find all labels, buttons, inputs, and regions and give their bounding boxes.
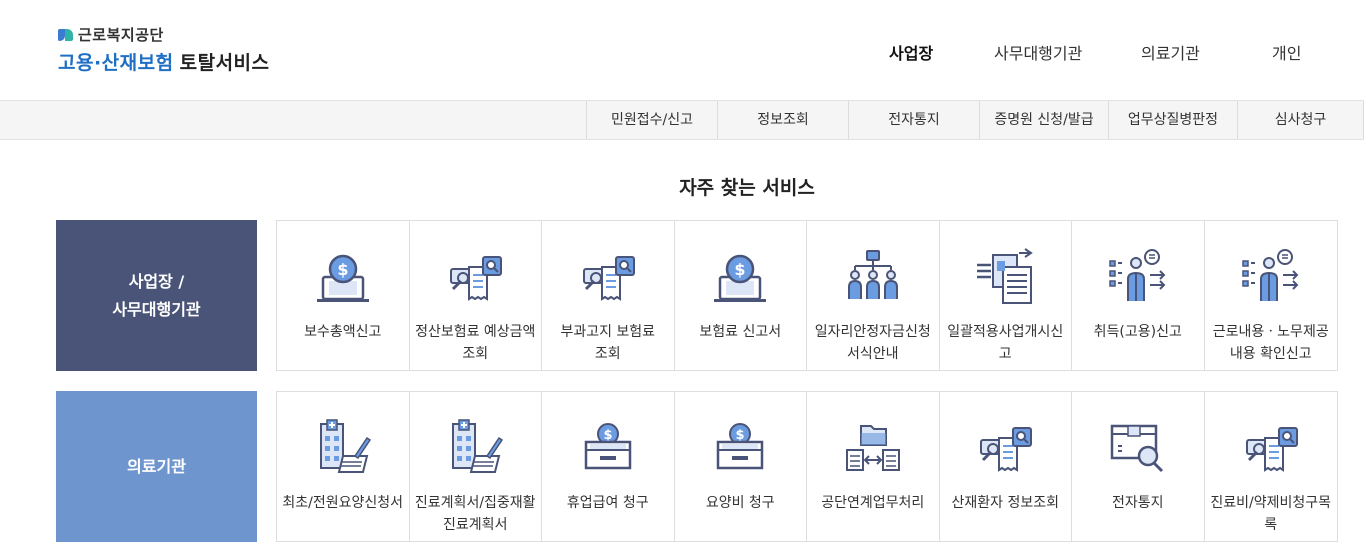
sub-nav-info-inquiry[interactable]: 정보조회 [717, 101, 848, 139]
service-item[interactable]: $ 휴업급여 청구 [542, 392, 675, 541]
service-item-label: 근로내용ㆍ노무제공내용 확인신고 [1212, 324, 1329, 362]
service-item-label: 취득(고용)신고 [1093, 324, 1182, 340]
service-item-label: 산재환자 정보조회 [951, 495, 1060, 511]
top-nav-personal[interactable]: 개인 [1272, 40, 1301, 64]
document-search-icon [980, 427, 1033, 472]
person-presenting-icon [1242, 249, 1299, 301]
service-item-label: 보수총액신고 [304, 324, 382, 340]
service-item[interactable]: $ 요양비 청구 [675, 392, 807, 541]
sub-nav-e-notice[interactable]: 전자통지 [848, 101, 979, 139]
document-search-icon [1245, 427, 1298, 472]
service-item[interactable]: 공단연계업무처리 [807, 392, 940, 541]
top-nav: 사업장 사무대행기관 의료기관 개인 [0, 40, 1364, 64]
header: 근로복지공단 고용·산재보험 토탈서비스 사업장 사무대행기관 의료기관 개인 [0, 0, 1364, 100]
person-presenting-icon [1109, 249, 1166, 301]
service-item-label: 휴업급여 청구 [566, 495, 649, 511]
service-grid-business: $ 보수총액신고 정산보험료 예상금액 조회 부과고지 보험료 조회 $ 보험료… [276, 220, 1338, 371]
section-title: 자주 찾는 서비스 [679, 177, 815, 199]
service-item[interactable]: 일괄적용사업개시신고 [940, 221, 1072, 370]
service-item[interactable]: $ 보험료 신고서 [675, 221, 807, 370]
org-people-icon [847, 250, 898, 299]
svg-text:$: $ [337, 260, 348, 279]
sub-nav-certificate[interactable]: 증명원 신청/발급 [979, 101, 1108, 139]
category-business: 사업장 / 사무대행기관 [56, 220, 257, 371]
service-item[interactable]: 근로내용ㆍ노무제공내용 확인신고 [1205, 221, 1338, 370]
top-nav-business[interactable]: 사업장 [889, 40, 933, 64]
service-item[interactable]: 산재환자 정보조회 [940, 392, 1072, 541]
service-item[interactable]: 전자통지 [1072, 392, 1205, 541]
service-item-label: 진료계획서/집중재활진료계획서 [414, 495, 536, 533]
category-medical-label: 의료기관 [127, 456, 186, 476]
hospital-document-icon [319, 419, 371, 473]
service-item[interactable]: 정산보험료 예상금액 조회 [410, 221, 542, 370]
sub-nav-disease-judgment[interactable]: 업무상질병판정 [1108, 101, 1237, 139]
service-item-label: 일괄적용사업개시신고 [947, 324, 1064, 362]
service-item[interactable]: 최초/전원요양신청서 [277, 392, 410, 541]
sub-nav-appeal[interactable]: 심사청구 [1237, 101, 1364, 139]
service-item-label: 요양비 청구 [705, 495, 775, 511]
service-item-label: 보험료 신고서 [699, 324, 782, 340]
service-item-label: 전자통지 [1111, 495, 1164, 511]
service-item[interactable]: 부과고지 보험료 조회 [542, 221, 675, 370]
category-business-label-2: 사무대행기관 [112, 299, 201, 319]
top-nav-medical[interactable]: 의료기관 [1141, 40, 1200, 64]
service-item[interactable]: $ 보수총액신고 [277, 221, 410, 370]
money-bag-laptop-icon: $ [316, 254, 369, 302]
service-item-label: 공단연계업무처리 [821, 495, 925, 511]
hospital-document-icon [452, 419, 504, 473]
service-grid-medical: 최초/전원요양신청서 진료계획서/집중재활진료계획서 $ 휴업급여 청구 $ 요… [276, 391, 1338, 542]
service-item[interactable]: 진료계획서/집중재활진료계획서 [410, 392, 542, 541]
service-item[interactable]: 진료비/약제비청구목록 [1205, 392, 1338, 541]
service-item-label: 일자리안정자금신청서식안내 [814, 324, 931, 362]
service-item[interactable]: 취득(고용)신고 [1072, 221, 1205, 370]
document-search-icon [450, 256, 503, 301]
service-item[interactable]: 일자리안정자금신청서식안내 [807, 221, 940, 370]
service-item-label: 진료비/약제비청구목록 [1210, 495, 1332, 533]
document-search-icon [582, 256, 635, 301]
document-transfer-icon [977, 248, 1034, 304]
sub-nav: 민원접수/신고 정보조회 전자통지 증명원 신청/발급 업무상질병판정 심사청구 [0, 100, 1364, 140]
sub-nav-civil-report[interactable]: 민원접수/신고 [586, 101, 717, 139]
service-item-label: 부과고지 보험료 조회 [560, 324, 656, 362]
coin-box-icon: $ [584, 423, 631, 470]
box-search-icon [1110, 424, 1163, 473]
money-bag-laptop-icon: $ [714, 254, 767, 302]
service-item-label: 정산보험료 예상금액 조회 [415, 324, 536, 362]
folder-transfer-icon [845, 425, 900, 471]
category-medical: 의료기관 [56, 391, 257, 542]
top-nav-agency[interactable]: 사무대행기관 [994, 40, 1082, 64]
svg-text:$: $ [735, 260, 746, 279]
coin-box-icon: $ [717, 423, 764, 470]
service-item-label: 최초/전원요양신청서 [282, 495, 404, 511]
category-business-label-1: 사업장 / [128, 271, 185, 291]
